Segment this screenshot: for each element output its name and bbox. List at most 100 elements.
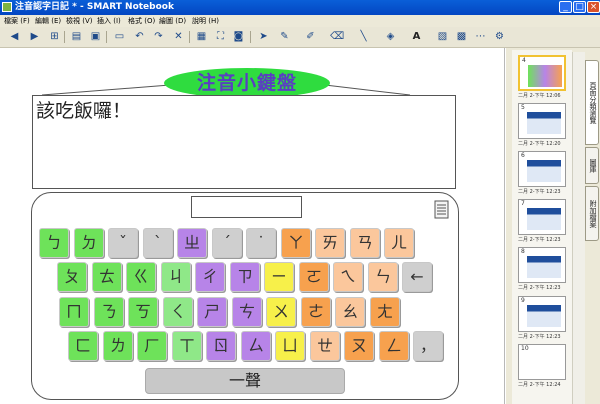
key-0-6[interactable]: ˙ bbox=[246, 228, 276, 258]
page-thumbnail[interactable]: 10 bbox=[518, 344, 566, 380]
menu-view[interactable]: 檢視 (V) bbox=[66, 15, 92, 27]
redo-icon[interactable]: ↷ bbox=[152, 30, 165, 43]
menu-insert[interactable]: 插入 (I) bbox=[97, 15, 121, 27]
key-1-0[interactable]: ㄆ bbox=[57, 262, 87, 292]
table-icon[interactable]: ▩ bbox=[455, 30, 468, 43]
next-page-icon[interactable]: ▶ bbox=[28, 30, 41, 43]
key-0-8[interactable]: ㄞ bbox=[315, 228, 345, 258]
key-0-0[interactable]: ㄅ bbox=[39, 228, 69, 258]
page-thumbnail[interactable]: 5 bbox=[518, 103, 566, 139]
page-thumbnail[interactable]: 7 bbox=[518, 199, 566, 235]
zhuyin-input-box[interactable] bbox=[191, 196, 302, 218]
open-icon[interactable]: ▤ bbox=[70, 30, 83, 43]
delete-icon[interactable]: ✕ bbox=[172, 30, 185, 43]
keyboard-title-label[interactable]: 注音小鍵盤 bbox=[164, 68, 330, 98]
add-page-icon[interactable]: ⊞ bbox=[48, 30, 61, 43]
toolbar-separator bbox=[250, 31, 251, 43]
key-3-8[interactable]: ㄡ bbox=[344, 331, 374, 361]
notepad-icon[interactable] bbox=[434, 199, 450, 219]
key-1-3[interactable]: ㄐ bbox=[161, 262, 191, 292]
properties-icon[interactable]: ▧ bbox=[436, 30, 449, 43]
eraser-icon[interactable]: ⌫ bbox=[330, 30, 344, 43]
key-3-7[interactable]: ㄝ bbox=[310, 331, 340, 361]
key-0-1[interactable]: ㄉ bbox=[74, 228, 104, 258]
key-2-7[interactable]: ㄜ bbox=[301, 297, 331, 327]
key-0-7[interactable]: ㄚ bbox=[281, 228, 311, 258]
key-1-1[interactable]: ㄊ bbox=[92, 262, 122, 292]
key-2-6[interactable]: ㄨ bbox=[266, 297, 296, 327]
key-3-10[interactable]: ， bbox=[413, 331, 443, 361]
key-1-10[interactable]: ← bbox=[402, 262, 432, 292]
key-3-9[interactable]: ㄥ bbox=[379, 331, 409, 361]
more-icon[interactable]: ⋯ bbox=[474, 30, 487, 43]
key-1-6[interactable]: ㄧ bbox=[264, 262, 294, 292]
key-3-6[interactable]: ㄩ bbox=[275, 331, 305, 361]
key-1-4[interactable]: ㄔ bbox=[195, 262, 225, 292]
key-2-3[interactable]: ㄑ bbox=[163, 297, 193, 327]
page-thumbnail[interactable]: 4 bbox=[518, 55, 566, 91]
select-icon[interactable]: ➤ bbox=[257, 30, 270, 43]
menu-file[interactable]: 檔案 (F) bbox=[4, 15, 30, 27]
tab-gallery[interactable]: 圖庫 bbox=[585, 147, 599, 184]
key-2-4[interactable]: ㄕ bbox=[197, 297, 227, 327]
key-1-7[interactable]: ㄛ bbox=[299, 262, 329, 292]
key-3-0[interactable]: ㄈ bbox=[68, 331, 98, 361]
key-1-2[interactable]: ㄍ bbox=[126, 262, 156, 292]
key-0-9[interactable]: ㄢ bbox=[350, 228, 380, 258]
key-2-5[interactable]: ㄘ bbox=[232, 297, 262, 327]
undo-icon[interactable]: ↶ bbox=[133, 30, 146, 43]
page-number: 8 bbox=[521, 248, 525, 255]
page-preview bbox=[527, 160, 561, 182]
menu-format[interactable]: 格式 (O) bbox=[128, 15, 155, 27]
key-1-8[interactable]: ㄟ bbox=[333, 262, 363, 292]
save-icon[interactable]: ▣ bbox=[89, 30, 102, 43]
menu-edit[interactable]: 編輯 (E) bbox=[35, 15, 61, 27]
capture-icon[interactable]: ◙ bbox=[232, 30, 245, 43]
key-1-5[interactable]: ㄗ bbox=[230, 262, 260, 292]
tone-one-key[interactable]: 一聲 bbox=[145, 368, 345, 394]
paste-icon[interactable]: ▭ bbox=[113, 30, 126, 43]
maximize-button[interactable]: □ bbox=[573, 1, 586, 13]
text-icon[interactable]: A bbox=[410, 30, 423, 43]
key-1-9[interactable]: ㄣ bbox=[368, 262, 398, 292]
page-thumbnail[interactable]: 9 bbox=[518, 296, 566, 332]
close-button[interactable]: × bbox=[587, 1, 600, 13]
key-0-5[interactable]: ˊ bbox=[212, 228, 242, 258]
full-screen-icon[interactable]: ⛶ bbox=[214, 30, 227, 43]
key-3-1[interactable]: ㄌ bbox=[103, 331, 133, 361]
page-thumbnail[interactable]: 6 bbox=[518, 151, 566, 187]
page-thumbnail[interactable]: 8 bbox=[518, 247, 566, 283]
menu-help[interactable]: 說明 (H) bbox=[192, 15, 219, 27]
toolbar: ◀ ▶ ⊞ ▤ ▣ ▭ ↶ ↷ ✕ ▦ ⛶ ◙ ➤ ✎ ✐ ⌫ ╲ ◈ A ▧ … bbox=[0, 27, 600, 48]
key-0-10[interactable]: ㄦ bbox=[384, 228, 414, 258]
key-2-9[interactable]: ㄤ bbox=[370, 297, 400, 327]
key-0-4[interactable]: ㄓ bbox=[177, 228, 207, 258]
key-3-5[interactable]: ㄙ bbox=[241, 331, 271, 361]
page-preview bbox=[527, 112, 561, 134]
key-2-8[interactable]: ㄠ bbox=[335, 297, 365, 327]
key-2-0[interactable]: ㄇ bbox=[59, 297, 89, 327]
page-timestamp: 二月 2-下午 12:23 bbox=[518, 334, 561, 340]
writing-area[interactable]: 該吃飯囉！ bbox=[32, 95, 456, 189]
fill-icon[interactable]: ◈ bbox=[384, 30, 397, 43]
pen-icon[interactable]: ✎ bbox=[278, 30, 291, 43]
key-0-2[interactable]: ˇ bbox=[108, 228, 138, 258]
menu-draw[interactable]: 繪圖 (D) bbox=[159, 15, 186, 27]
key-3-4[interactable]: ㄖ bbox=[206, 331, 236, 361]
minimize-button[interactable]: _ bbox=[559, 1, 572, 13]
toolbar-settings-icon[interactable]: ⚙ bbox=[493, 30, 506, 43]
toolbar-separator bbox=[64, 31, 65, 43]
previous-page-icon[interactable]: ◀ bbox=[8, 30, 21, 43]
key-3-3[interactable]: ㄒ bbox=[172, 331, 202, 361]
screen-shade-icon[interactable]: ▦ bbox=[195, 30, 208, 43]
page-sorter-scrollbar[interactable] bbox=[572, 52, 585, 404]
key-3-2[interactable]: ㄏ bbox=[137, 331, 167, 361]
tab-page-sorter[interactable]: 頁面分類瀏覽 bbox=[585, 60, 599, 145]
tab-attachments[interactable]: 附加檔案 bbox=[585, 186, 599, 241]
page-number: 5 bbox=[521, 104, 525, 111]
key-0-3[interactable]: ˋ bbox=[143, 228, 173, 258]
creative-pen-icon[interactable]: ✐ bbox=[304, 30, 317, 43]
key-2-1[interactable]: ㄋ bbox=[94, 297, 124, 327]
line-icon[interactable]: ╲ bbox=[357, 30, 370, 43]
key-2-2[interactable]: ㄎ bbox=[128, 297, 158, 327]
